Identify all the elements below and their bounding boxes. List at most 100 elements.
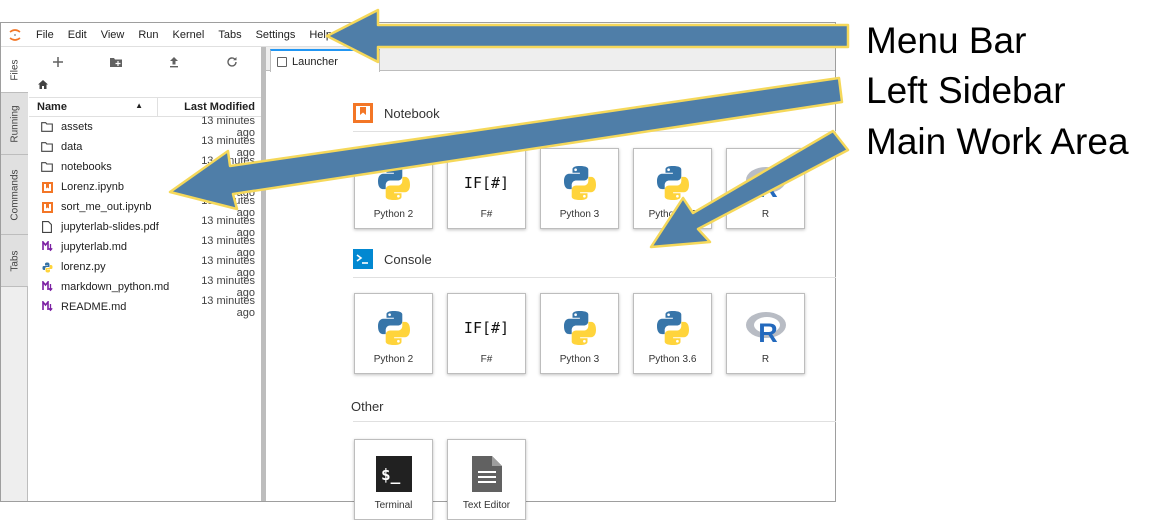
- launcher-card-console-python-2[interactable]: Python 2: [354, 293, 433, 374]
- card-label: R: [761, 354, 770, 365]
- launcher-card-notebook-python-2[interactable]: Python 2: [354, 148, 433, 229]
- file-name: README.md: [61, 301, 127, 313]
- file-row[interactable]: sort_me_out.ipynb 13 minutes ago: [29, 195, 261, 219]
- notebook-icon: [39, 201, 55, 213]
- left-tab-bar: Files Running Commands Tabs: [1, 47, 28, 501]
- launcher-card-other-terminal[interactable]: $_ Terminal: [354, 439, 433, 520]
- file-row[interactable]: lorenz.py 13 minutes ago: [29, 255, 261, 279]
- menu-tabs[interactable]: Tabs: [211, 23, 248, 47]
- fsharp-logo-icon: IF[#]: [463, 174, 510, 192]
- launcher-card-notebook-f[interactable]: IF[#] F#: [447, 148, 526, 229]
- card-icon: [634, 163, 711, 203]
- file-row[interactable]: jupyterlab-slides.pdf 13 minutes ago: [29, 215, 261, 239]
- tab-tabs[interactable]: Tabs: [1, 235, 28, 287]
- launcher-card-console-python-3[interactable]: Python 3: [540, 293, 619, 374]
- notebook-section-icon: [353, 103, 373, 123]
- file-name: data: [61, 141, 83, 153]
- card-label: Python 3: [559, 209, 600, 220]
- menu-edit[interactable]: Edit: [61, 23, 94, 47]
- launcher-card-console-python-3-6[interactable]: Python 3.6: [633, 293, 712, 374]
- card-icon: IF[#]: [448, 308, 525, 348]
- card-icon: [541, 163, 618, 203]
- menu-bar: File Edit View Run Kernel Tabs Settings …: [1, 23, 835, 47]
- modified-column-header[interactable]: Last Modified: [157, 97, 261, 117]
- notebook-icon: [39, 181, 55, 193]
- jupyter-logo-icon: [1, 23, 29, 47]
- folder-icon: [39, 162, 55, 172]
- tab-commands[interactable]: Commands: [1, 155, 28, 235]
- card-icon: $_: [355, 454, 432, 494]
- tab-running[interactable]: Running: [1, 93, 28, 155]
- card-label: Python 2: [373, 209, 414, 220]
- plus-icon[interactable]: [29, 47, 87, 77]
- tab-launcher[interactable]: Launcher: [270, 49, 380, 72]
- menu-help[interactable]: Help: [302, 23, 339, 47]
- home-icon[interactable]: [38, 80, 48, 92]
- menu-settings[interactable]: Settings: [249, 23, 303, 47]
- card-label: Python 3.6: [648, 354, 697, 365]
- launcher-card-notebook-python-3-6[interactable]: Python 3.6: [633, 148, 712, 229]
- menu-run[interactable]: Run: [131, 23, 165, 47]
- new-folder-icon[interactable]: [87, 47, 145, 77]
- section-divider: [353, 131, 836, 132]
- file-name: assets: [61, 121, 93, 133]
- main-work-area: Launcher Notebook Python 2 IF[#] F# Python …: [266, 47, 836, 520]
- console-section-title: Console: [353, 249, 432, 269]
- file-row[interactable]: jupyterlab.md 13 minutes ago: [29, 235, 261, 259]
- other-section-title: Other: [351, 399, 384, 414]
- annotation-main-work-area: Main Work Area: [866, 121, 1129, 162]
- python-logo-icon: [656, 166, 689, 200]
- section-divider: [353, 277, 836, 278]
- folder-icon: [39, 142, 55, 152]
- card-label: Python 2: [373, 354, 414, 365]
- python-logo-icon: [563, 311, 596, 345]
- file-row[interactable]: Lorenz.ipynb 13 minutes ago: [29, 175, 261, 199]
- file-name: jupyterlab.md: [61, 241, 128, 253]
- upload-icon[interactable]: [145, 47, 203, 77]
- launcher-card-other-text-editor[interactable]: Text Editor: [447, 439, 526, 520]
- svg-text:R: R: [758, 318, 778, 346]
- python-logo-icon: [377, 166, 410, 200]
- launcher-card-notebook-r[interactable]: RR: [726, 148, 805, 229]
- file-row[interactable]: markdown_python.md 13 minutes ago: [29, 275, 261, 299]
- launcher-card-console-f[interactable]: IF[#] F#: [447, 293, 526, 374]
- refresh-icon[interactable]: [203, 47, 261, 77]
- console-section-icon: [353, 249, 373, 269]
- python-file-icon: [39, 262, 55, 273]
- menu-view[interactable]: View: [94, 23, 132, 47]
- file-modified: 13 minutes ago: [201, 295, 255, 319]
- launcher-icon: [277, 56, 287, 67]
- launcher-card-notebook-python-3[interactable]: Python 3: [540, 148, 619, 229]
- tab-files[interactable]: Files: [1, 47, 28, 93]
- card-icon: [448, 454, 525, 494]
- python-logo-icon: [377, 311, 410, 345]
- card-icon: IF[#]: [448, 163, 525, 203]
- file-name: sort_me_out.ipynb: [61, 201, 152, 213]
- r-logo-icon: R: [745, 312, 786, 346]
- file-name: lorenz.py: [61, 261, 106, 273]
- file-row[interactable]: README.md 13 minutes ago: [29, 295, 261, 319]
- folder-icon: [39, 122, 55, 132]
- card-label: Text Editor: [462, 500, 511, 511]
- file-name: Lorenz.ipynb: [61, 181, 124, 193]
- card-icon: [541, 308, 618, 348]
- fsharp-logo-icon: IF[#]: [463, 319, 510, 337]
- file-row[interactable]: notebooks 13 minutes ago: [29, 155, 261, 179]
- python-logo-icon: [563, 166, 596, 200]
- file-list: assets 13 minutes ago data 13 minutes ago no…: [29, 115, 261, 319]
- annotation-menu-bar: Menu Bar: [866, 20, 1027, 61]
- file-name: notebooks: [61, 161, 112, 173]
- svg-text:R: R: [758, 173, 778, 201]
- card-label: F#: [480, 209, 493, 220]
- file-row[interactable]: assets 13 minutes ago: [29, 115, 261, 139]
- card-icon: R: [727, 163, 804, 203]
- menu-file[interactable]: File: [29, 23, 61, 47]
- name-column-header[interactable]: Name ▲: [29, 101, 157, 113]
- menu-kernel[interactable]: Kernel: [166, 23, 212, 47]
- section-divider: [353, 421, 836, 422]
- markdown-icon: [39, 241, 55, 253]
- launcher-card-console-r[interactable]: RR: [726, 293, 805, 374]
- file-row[interactable]: data 13 minutes ago: [29, 135, 261, 159]
- card-icon: [634, 308, 711, 348]
- file-browser: Name ▲ Last Modified assets 13 minutes ag…: [29, 47, 261, 501]
